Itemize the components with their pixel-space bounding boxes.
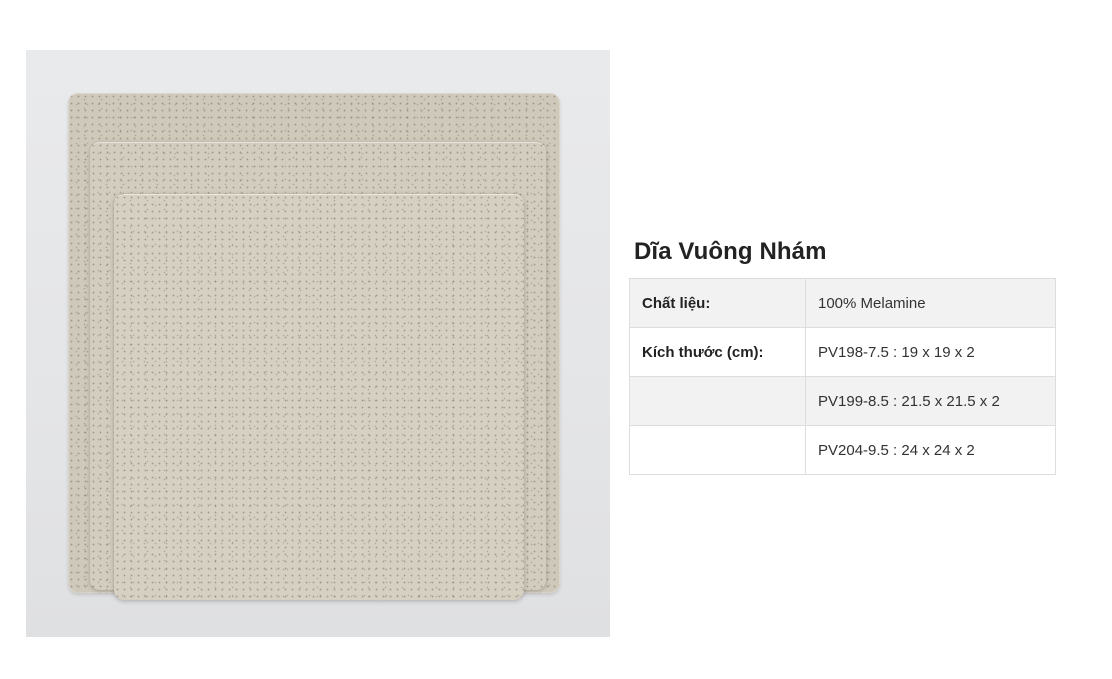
spec-row-material: Chất liệu: 100% Melamine (629, 278, 1056, 328)
spec-table: Chất liệu: 100% Melamine Kích thước (cm)… (629, 278, 1056, 475)
spec-row-size-2: PV199-8.5 : 21.5 x 21.5 x 2 (629, 376, 1056, 426)
spec-value: PV199-8.5 : 21.5 x 21.5 x 2 (805, 376, 1056, 426)
product-image (26, 50, 610, 637)
spec-value: PV204-9.5 : 24 x 24 x 2 (805, 425, 1056, 475)
spec-label (629, 376, 806, 426)
spec-label (629, 425, 806, 475)
product-title: Dĩa Vuông Nhám (634, 238, 827, 265)
spec-row-size-1: Kích thước (cm): PV198-7.5 : 19 x 19 x 2 (629, 327, 1056, 377)
spec-value: 100% Melamine (805, 278, 1056, 328)
plate-small (114, 194, 524, 600)
spec-row-size-3: PV204-9.5 : 24 x 24 x 2 (629, 425, 1056, 475)
spec-label: Chất liệu: (629, 278, 806, 328)
spec-label: Kích thước (cm): (629, 327, 806, 377)
spec-value: PV198-7.5 : 19 x 19 x 2 (805, 327, 1056, 377)
